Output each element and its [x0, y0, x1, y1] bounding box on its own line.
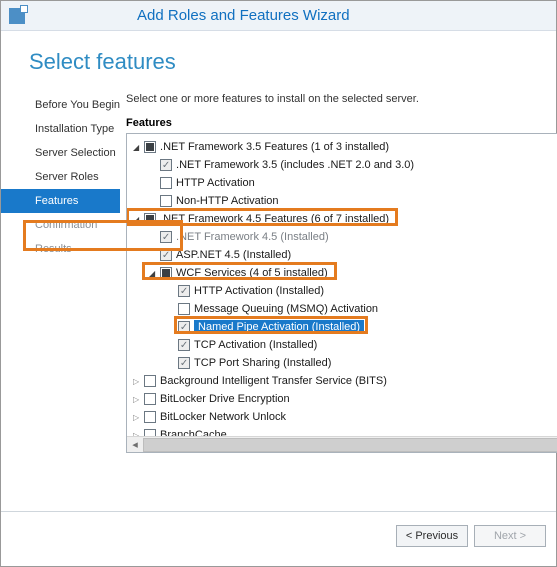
tree-label[interactable]: HTTP Activation (Installed) — [194, 285, 330, 297]
tree-row-net45-core[interactable]: .NET Framework 4.5 (Installed) — [129, 228, 557, 246]
checkbox[interactable] — [178, 339, 190, 351]
sidebar-step-server-selection[interactable]: Server Selection — [1, 141, 120, 165]
tree-row-net45-features[interactable]: .NET Framework 4.5 Features (6 of 7 inst… — [129, 210, 557, 228]
tree-label[interactable]: TCP Activation (Installed) — [194, 339, 323, 351]
tree-label[interactable]: Message Queuing (MSMQ) Activation — [194, 303, 384, 315]
checkbox[interactable] — [144, 375, 156, 387]
checkbox[interactable] — [178, 285, 190, 297]
expander-icon[interactable] — [147, 268, 157, 279]
tree-row-aspnet45[interactable]: ASP.NET 4.5 (Installed) — [129, 246, 557, 264]
intro-text: Select one or more features to install o… — [126, 93, 557, 105]
checkbox[interactable] — [160, 195, 172, 207]
features-heading: Features — [126, 117, 557, 129]
checkbox[interactable] — [160, 159, 172, 171]
tree-label[interactable]: Background Intelligent Transfer Service … — [160, 375, 393, 387]
tree-row-wcf-tcp-portsharing[interactable]: TCP Port Sharing (Installed) — [129, 354, 557, 372]
features-tree-container: .NET Framework 3.5 Features (1 of 3 inst… — [126, 133, 557, 453]
right-pane: Select one or more features to install o… — [120, 81, 557, 511]
tree-row-wcf-services[interactable]: WCF Services (4 of 5 installed) — [129, 264, 557, 282]
checkbox[interactable] — [178, 357, 190, 369]
checkbox[interactable] — [144, 141, 156, 153]
sidebar-step-server-roles[interactable]: Server Roles — [1, 165, 120, 189]
title-bar: Add Roles and Features Wizard — [1, 1, 556, 31]
checkbox[interactable] — [144, 411, 156, 423]
checkbox[interactable] — [160, 177, 172, 189]
tree-row-bitlocker-network[interactable]: BitLocker Network Unlock — [129, 408, 557, 426]
tree-label[interactable]: ASP.NET 4.5 (Installed) — [176, 249, 297, 261]
sidebar-step-features[interactable]: Features — [1, 189, 120, 213]
app-icon — [9, 8, 25, 24]
tree-label[interactable]: WCF Services (4 of 5 installed) — [176, 267, 334, 279]
tree-label[interactable]: Non-HTTP Activation — [176, 195, 285, 207]
scroll-left-arrow[interactable]: ◂ — [127, 437, 143, 453]
highlight-sidebar — [23, 220, 183, 251]
wizard-steps-sidebar: Before You BeginInstallation TypeServer … — [1, 81, 120, 511]
window-title: Add Roles and Features Wizard — [137, 7, 350, 24]
tree-row-net35-core[interactable]: .NET Framework 3.5 (includes .NET 2.0 an… — [129, 156, 557, 174]
horizontal-scrollbar[interactable]: ◂ ▸ — [127, 436, 557, 452]
expander-icon[interactable] — [131, 394, 141, 405]
tree-row-bits[interactable]: Background Intelligent Transfer Service … — [129, 372, 557, 390]
checkbox[interactable] — [178, 303, 190, 315]
tree-row-bitlocker-drive[interactable]: BitLocker Drive Encryption — [129, 390, 557, 408]
sidebar-step-installation-type[interactable]: Installation Type — [1, 117, 120, 141]
expander-icon[interactable] — [131, 142, 141, 153]
checkbox[interactable] — [160, 267, 172, 279]
expander-icon[interactable] — [131, 376, 141, 387]
checkbox[interactable] — [144, 393, 156, 405]
checkbox[interactable] — [178, 321, 190, 333]
tree-label[interactable]: BitLocker Network Unlock — [160, 411, 292, 423]
tree-label[interactable]: BitLocker Drive Encryption — [160, 393, 296, 405]
tree-row-net35-features[interactable]: .NET Framework 3.5 Features (1 of 3 inst… — [129, 138, 557, 156]
tree-row-wcf-msmq-activation[interactable]: Message Queuing (MSMQ) Activation — [129, 300, 557, 318]
next-button[interactable]: Next > — [474, 525, 546, 547]
tree-label[interactable]: .NET Framework 4.5 Features (6 of 7 inst… — [160, 213, 395, 225]
features-tree[interactable]: .NET Framework 3.5 Features (1 of 3 inst… — [127, 134, 557, 453]
tree-row-net35-http-activation[interactable]: HTTP Activation — [129, 174, 557, 192]
tree-label[interactable]: HTTP Activation — [176, 177, 261, 189]
previous-button[interactable]: < Previous — [396, 525, 468, 547]
tree-label[interactable]: Named Pipe Activation (Installed) — [194, 320, 364, 334]
page-heading: Select features — [1, 31, 556, 81]
tree-label[interactable]: TCP Port Sharing (Installed) — [194, 357, 337, 369]
tree-row-wcf-namedpipe-activation[interactable]: Named Pipe Activation (Installed) — [129, 318, 557, 336]
wizard-footer: < Previous Next > — [1, 511, 556, 559]
tree-label[interactable]: .NET Framework 3.5 Features (1 of 3 inst… — [160, 141, 395, 153]
tree-row-net35-nonhttp-activation[interactable]: Non-HTTP Activation — [129, 192, 557, 210]
horizontal-scroll-thumb[interactable] — [143, 438, 557, 452]
sidebar-step-before-you-begin[interactable]: Before You Begin — [1, 93, 120, 117]
tree-row-wcf-tcp-activation[interactable]: TCP Activation (Installed) — [129, 336, 557, 354]
tree-label[interactable]: .NET Framework 4.5 (Installed) — [176, 231, 335, 243]
tree-row-wcf-http-activation[interactable]: HTTP Activation (Installed) — [129, 282, 557, 300]
expander-icon[interactable] — [131, 412, 141, 423]
tree-label[interactable]: .NET Framework 3.5 (includes .NET 2.0 an… — [176, 159, 420, 171]
